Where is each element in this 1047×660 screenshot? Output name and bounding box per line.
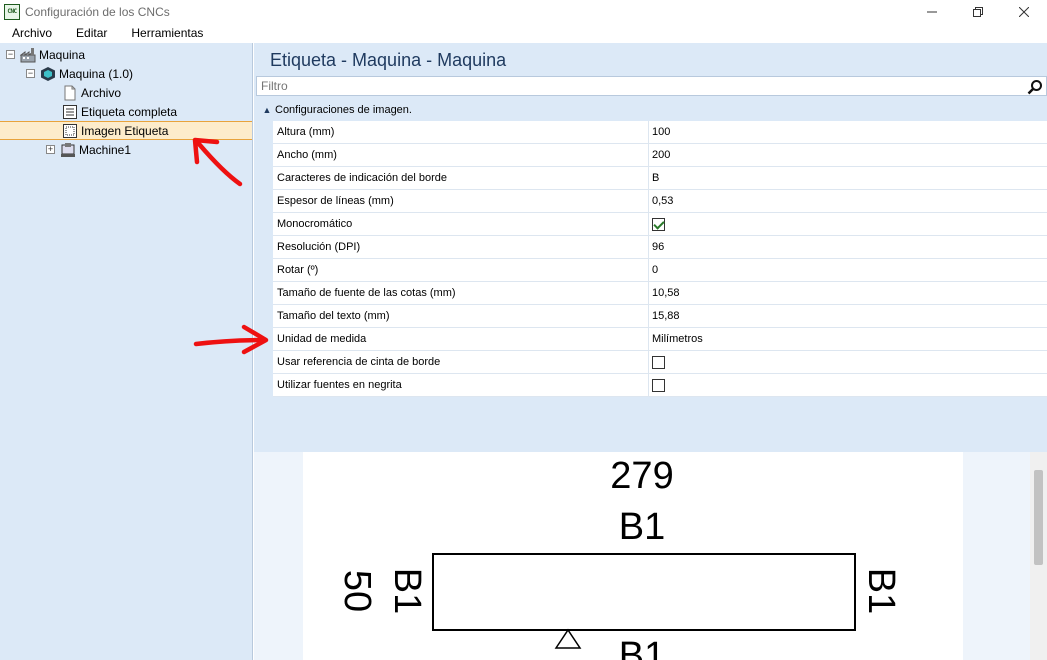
property-row[interactable]: Unidad de medida Milímetros (273, 328, 1047, 351)
filter-box (256, 76, 1047, 96)
property-value[interactable]: 200 (649, 144, 1047, 166)
property-row[interactable]: Espesor de líneas (mm) 0,53 (273, 190, 1047, 213)
app-cnc-icon: CNC (4, 3, 20, 20)
property-value-cell (649, 374, 1047, 396)
property-name: Usar referencia de cinta de borde (273, 351, 649, 373)
property-row[interactable]: Caracteres de indicación del borde B (273, 167, 1047, 190)
panel-title: Etiqueta - Maquina - Maquina (270, 50, 507, 70)
search-icon[interactable] (1027, 79, 1043, 95)
property-checkbox[interactable] (652, 217, 665, 231)
expand-icon[interactable]: + (46, 145, 55, 154)
label-image-icon (62, 123, 78, 139)
file-icon (62, 85, 78, 101)
collapse-icon[interactable]: − (6, 50, 15, 59)
chevron-up-icon[interactable]: ▲ (259, 105, 275, 115)
tree-label-etiqueta-completa: Etiqueta completa (81, 104, 178, 119)
property-name: Caracteres de indicación del borde (273, 167, 649, 189)
title-bar: CNC Configuración de los CNCs (0, 0, 1047, 23)
label-preview-area: 279 B1 B1 50 B1 B1 (254, 452, 1047, 660)
filter-input[interactable] (257, 79, 1017, 93)
tree-node-root[interactable]: − Maquina (6, 45, 85, 64)
menu-editar[interactable]: Editar (64, 23, 119, 43)
property-value[interactable]: 10,58 (649, 282, 1047, 304)
property-name: Tamaño del texto (mm) (273, 305, 649, 327)
property-name: Resolución (DPI) (273, 236, 649, 258)
property-checkbox[interactable] (652, 378, 665, 392)
property-name: Espesor de líneas (mm) (273, 190, 649, 212)
minimize-button[interactable] (909, 0, 955, 23)
menu-bar: Archivo Editar Herramientas (0, 23, 1047, 43)
machine-cube-icon (40, 66, 56, 82)
tree-label-machine: Maquina (1.0) (59, 66, 134, 81)
tree-label-machine1: Machine1 (79, 142, 132, 157)
property-row[interactable]: Rotar (º) 0 (273, 259, 1047, 282)
tree-node-archivo[interactable]: Archivo (62, 83, 121, 102)
property-name: Tamaño de fuente de las cotas (mm) (273, 282, 649, 304)
property-row[interactable]: Ancho (mm) 200 (273, 144, 1047, 167)
property-value[interactable]: 0 (649, 259, 1047, 281)
property-value[interactable]: 96 (649, 236, 1047, 258)
property-row[interactable]: Monocromático (273, 213, 1047, 236)
minimize-icon (927, 11, 937, 12)
preview-scrollbar[interactable] (1030, 452, 1047, 660)
preview-edge-top: B1 (619, 506, 665, 548)
category-header[interactable]: ▲ Configuraciones de imagen. (256, 100, 1047, 120)
collapse-icon[interactable]: − (26, 69, 35, 78)
property-name: Monocromático (273, 213, 649, 235)
property-value-cell (649, 351, 1047, 373)
property-name: Utilizar fuentes en negrita (273, 374, 649, 396)
label-drawing: 279 B1 B1 50 B1 B1 (336, 455, 902, 660)
property-row[interactable]: Tamaño de fuente de las cotas (mm) 10,58 (273, 282, 1047, 305)
preview-dimension-top: 279 (610, 455, 673, 497)
window-controls (909, 0, 1047, 23)
preview-panel-rect (432, 553, 856, 631)
preview-edge-left: B1 (386, 568, 428, 614)
property-checkbox[interactable] (652, 355, 665, 369)
restore-button[interactable] (955, 0, 1001, 23)
preview-edge-bottom: B1 (619, 635, 665, 660)
property-grid: Altura (mm) 100 Ancho (mm) 200 Caracteres de… (273, 121, 1047, 397)
restore-icon (973, 6, 983, 17)
property-value-cell (649, 213, 1047, 235)
scrollbar-thumb[interactable] (1034, 470, 1043, 565)
window-title: Configuración de los CNCs (25, 4, 170, 19)
menu-archivo[interactable]: Archivo (0, 23, 64, 43)
property-row[interactable]: Utilizar fuentes en negrita (273, 374, 1047, 397)
factory-icon (19, 47, 36, 63)
tree-node-etiqueta-completa[interactable]: Etiqueta completa (62, 102, 177, 121)
preview-dimension-left: 50 (336, 570, 378, 612)
property-row[interactable]: Resolución (DPI) 96 (273, 236, 1047, 259)
property-value[interactable]: 100 (649, 121, 1047, 143)
close-button[interactable] (1001, 0, 1047, 23)
property-value[interactable]: 0,53 (649, 190, 1047, 212)
annotation-arrow-unidad (193, 324, 269, 355)
preview-grain-triangle (554, 628, 582, 649)
property-value[interactable]: B (649, 167, 1047, 189)
property-row[interactable]: Altura (mm) 100 (273, 121, 1047, 144)
property-name: Rotar (º) (273, 259, 649, 281)
property-name: Altura (mm) (273, 121, 649, 143)
tree-label-archivo: Archivo (81, 85, 122, 100)
property-value[interactable]: Milímetros (649, 328, 1047, 350)
property-value[interactable]: 15,88 (649, 305, 1047, 327)
tree-label-imagen-etiqueta: Imagen Etiqueta (81, 123, 169, 138)
annotation-arrow-tree (192, 137, 243, 187)
tree-node-machine1[interactable]: + Machine1 (46, 140, 131, 159)
close-icon (1019, 6, 1029, 17)
cnc-machine-icon (60, 142, 76, 158)
property-name: Unidad de medida (273, 328, 649, 350)
label-preview: 279 B1 B1 50 B1 B1 (303, 452, 963, 660)
tree-label-root: Maquina (39, 47, 86, 62)
property-row[interactable]: Usar referencia de cinta de borde (273, 351, 1047, 374)
tree-node-machine[interactable]: − Maquina (1.0) (26, 64, 133, 83)
preview-edge-right: B1 (860, 568, 902, 614)
category-label: Configuraciones de imagen. (275, 104, 412, 116)
property-row[interactable]: Tamaño del texto (mm) 15,88 (273, 305, 1047, 328)
menu-herramientas[interactable]: Herramientas (119, 23, 215, 43)
property-name: Ancho (mm) (273, 144, 649, 166)
label-sheet-icon (62, 104, 78, 120)
